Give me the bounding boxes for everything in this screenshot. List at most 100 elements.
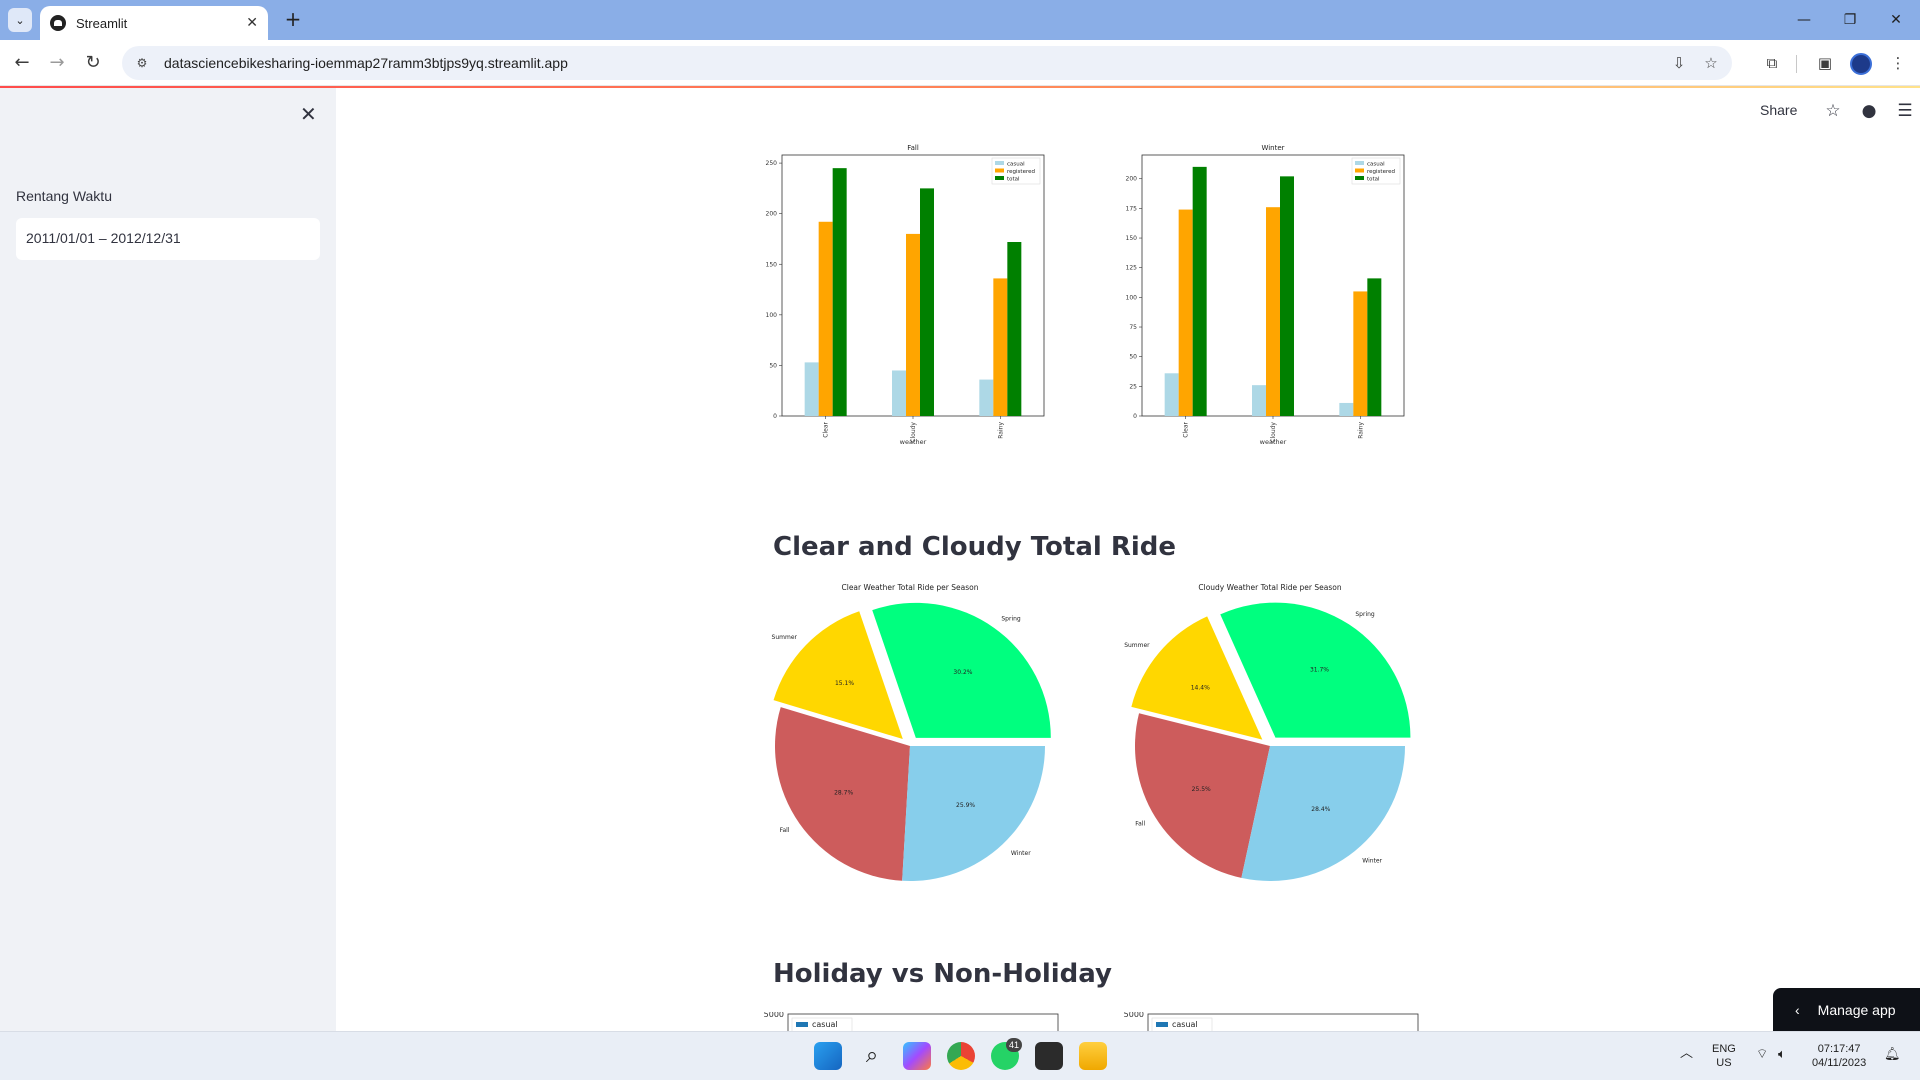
- legend-label-total: total: [1007, 177, 1020, 183]
- share-button[interactable]: Share: [1760, 102, 1797, 118]
- y-tick-label: 125: [1126, 265, 1138, 272]
- clock-time: 07:17:47: [1817, 1043, 1861, 1055]
- bar-casual-clear: [1164, 373, 1179, 416]
- terminal-icon[interactable]: [1035, 1042, 1063, 1070]
- pie-value-summer: 14.4%: [1191, 685, 1210, 692]
- pie-label-winter: Winter: [1362, 857, 1382, 864]
- legend-label-registered: registered: [1367, 169, 1395, 175]
- legend-label-casual: casual: [1367, 162, 1385, 168]
- pie-label-spring: Spring: [1355, 611, 1375, 618]
- pie-label-summer: Summer: [1124, 642, 1150, 649]
- address-bar[interactable]: ⚙ datasciencebikesharing-ioemmap27ramm3b…: [122, 46, 1732, 80]
- legend-swatch-casual: [796, 1022, 808, 1027]
- browser-menu-icon[interactable]: ⋮: [1886, 51, 1910, 75]
- file-explorer-icon[interactable]: [1079, 1042, 1107, 1070]
- chrome-icon[interactable]: [947, 1042, 975, 1070]
- url-text[interactable]: datasciencebikesharing-ioemmap27ramm3btj…: [164, 55, 1668, 71]
- notification-bell-icon[interactable]: 🔔︎: [1884, 1047, 1901, 1061]
- tab-search-icon[interactable]: ⌄: [8, 8, 32, 32]
- star-icon[interactable]: ☆: [1822, 100, 1844, 122]
- bar-registered-rainy: [1353, 291, 1368, 416]
- holiday-section-title: Holiday vs Non-Holiday: [773, 959, 1112, 989]
- pie-value-winter: 28.4%: [1311, 806, 1330, 813]
- bar-registered-rainy: [993, 278, 1008, 416]
- profile-avatar[interactable]: [1850, 53, 1872, 75]
- browser-tab[interactable]: Streamlit ✕: [40, 6, 268, 40]
- y-tick-label: 50: [769, 362, 777, 369]
- minimize-icon[interactable]: —: [1792, 8, 1816, 32]
- y-tick-label: 150: [1126, 235, 1138, 242]
- volume-icon[interactable]: 🔈︎: [1778, 1047, 1786, 1061]
- y-tick-label: 25: [1129, 383, 1137, 390]
- x-tick-label: Rainy: [997, 422, 1004, 439]
- pie-value-winter: 25.9%: [956, 802, 975, 809]
- pie-value-fall: 28.7%: [834, 789, 853, 796]
- bar-total-rainy: [1367, 278, 1382, 416]
- tab-close-icon[interactable]: ✕: [246, 15, 258, 31]
- bar-casual-rainy: [1339, 402, 1354, 416]
- bar-registered-clear: [818, 221, 833, 416]
- bar-casual-cloudy: [1252, 385, 1266, 416]
- copilot-icon[interactable]: [903, 1042, 931, 1070]
- chart-title: Fall: [907, 144, 919, 152]
- legend-swatch-total: [1355, 176, 1364, 180]
- windows-start-icon[interactable]: [814, 1042, 842, 1070]
- browser-toolbar: ← → ↻ ⚙ datasciencebikesharing-ioemmap27…: [0, 40, 1920, 86]
- x-axis-label: weather: [1260, 438, 1287, 446]
- bar-registered-cloudy: [906, 233, 920, 416]
- wifi-icon[interactable]: ⌔: [1756, 1047, 1768, 1061]
- side-panel-icon[interactable]: ▣: [1813, 51, 1837, 75]
- pie-value-spring: 30.2%: [953, 669, 972, 676]
- extensions-icon[interactable]: ⧉: [1760, 51, 1784, 75]
- pie-value-spring: 31.7%: [1310, 667, 1329, 674]
- language-indicator[interactable]: ENG US: [1712, 1042, 1736, 1070]
- restore-icon[interactable]: ❐: [1838, 8, 1862, 32]
- holiday-bar-chart-left: 5000 casual: [764, 1012, 1059, 1031]
- x-axis-label: weather: [900, 438, 927, 446]
- manage-app-button[interactable]: ‹ Manage app: [1773, 988, 1920, 1031]
- bar-total-rainy: [1007, 242, 1022, 416]
- forward-icon[interactable]: →: [44, 50, 70, 76]
- browser-tab-bar: ⌄ Streamlit ✕ + — ❐ ✕: [0, 0, 1920, 40]
- y-tick-label: 200: [766, 211, 778, 218]
- sidebar: ✕ Rentang Waktu 2011/01/01 – 2012/12/31: [0, 88, 336, 1031]
- bookmark-star-icon[interactable]: ☆: [1700, 52, 1722, 74]
- reload-icon[interactable]: ↻: [80, 50, 106, 76]
- legend-swatch-casual: [995, 161, 1004, 165]
- legend-label-casual: casual: [1007, 162, 1025, 168]
- legend-label-total: total: [1367, 177, 1380, 183]
- close-sidebar-icon[interactable]: ✕: [300, 102, 317, 126]
- y-tick-label: 50: [1129, 354, 1137, 361]
- github-icon[interactable]: ●: [1858, 100, 1880, 122]
- show-hidden-icons[interactable]: ︿: [1680, 1046, 1693, 1060]
- keyboard-region: US: [1716, 1057, 1732, 1069]
- y-tick-label: 0: [1133, 413, 1137, 420]
- close-window-icon[interactable]: ✕: [1884, 8, 1908, 32]
- y-tick-label: 175: [1126, 205, 1138, 212]
- toolbar-divider: [1796, 55, 1797, 73]
- app-menu-icon[interactable]: ☰: [1894, 100, 1916, 122]
- pie-section-title: Clear and Cloudy Total Ride: [773, 532, 1176, 562]
- site-info-icon[interactable]: ⚙: [132, 53, 152, 73]
- back-icon[interactable]: ←: [9, 50, 35, 76]
- language-code: ENG: [1712, 1043, 1736, 1055]
- search-icon[interactable]: ⌕: [858, 1042, 886, 1070]
- cloudy-weather-pie-chart: Cloudy Weather Total Ride per Season 31.7…: [1124, 583, 1411, 881]
- chart-title: Cloudy Weather Total Ride per Season: [1198, 583, 1341, 592]
- legend-swatch-total: [995, 176, 1004, 180]
- main-content: Share ☆ ● ☰ Fall 0 50 100 150 200 250 Clear Clou…: [336, 88, 1920, 1031]
- y-tick-label: 5000: [764, 1012, 784, 1019]
- new-tab-icon[interactable]: +: [281, 8, 305, 32]
- whatsapp-badge: 41: [1006, 1038, 1022, 1052]
- date-range-input[interactable]: 2011/01/01 – 2012/12/31: [16, 218, 320, 260]
- bar-total-clear: [1192, 166, 1207, 416]
- y-tick-label: 250: [766, 160, 778, 167]
- install-app-icon[interactable]: ⇩: [1668, 52, 1690, 74]
- pie-label-spring: Spring: [1001, 615, 1021, 622]
- legend-swatch-casual: [1355, 161, 1364, 165]
- chevron-left-icon: ‹: [1795, 1001, 1800, 1018]
- y-tick-label: 5000: [1124, 1012, 1144, 1019]
- bar-registered-clear: [1178, 209, 1193, 416]
- clock[interactable]: 07:17:47 04/11/2023: [1812, 1042, 1866, 1070]
- bar-total-clear: [832, 168, 847, 416]
